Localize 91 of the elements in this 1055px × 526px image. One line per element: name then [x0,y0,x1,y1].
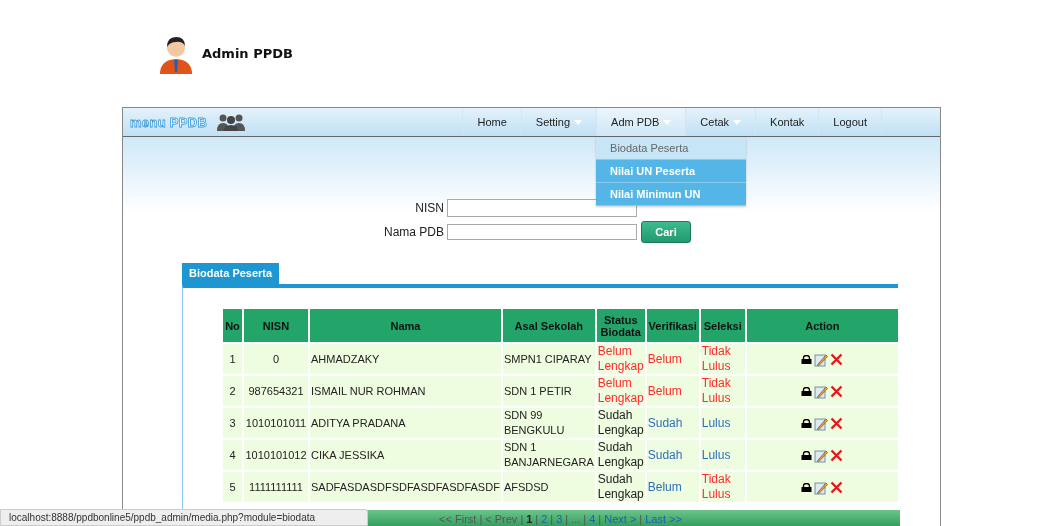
separator-text: | [598,513,602,525]
column-header: No [223,309,242,342]
table-cell: SMPN1 CIPARAY [502,344,595,374]
edit-icon[interactable] [814,384,829,399]
lock-icon[interactable] [801,451,813,461]
table-cell: ISMAIL NUR ROHMAN [310,376,501,406]
pagination-link[interactable]: 4 [589,513,596,525]
column-header: Seleksi [700,309,745,342]
nav-item[interactable]: Adm PDB [596,108,686,136]
input-field[interactable] [447,199,637,217]
status-text: Tidak Lulus [701,344,732,374]
edit-icon[interactable] [814,352,829,367]
status-text: Sudah [647,415,683,431]
status-text: Sudah Lengkap [597,408,644,438]
nav-item[interactable]: Kontak [755,108,819,136]
pagination-link[interactable]: 3 [556,513,563,525]
separator-text: | [639,513,643,525]
separator-text: | [583,513,587,525]
separator-text: | [535,513,539,525]
separator-text: | [565,513,569,525]
pagination-link[interactable]: 2 [541,513,548,525]
table-cell: 1111111111 [244,472,308,502]
status-text: Belum Lengkap [597,376,644,406]
separator-text: | [479,513,483,525]
lock-icon[interactable] [801,483,813,493]
pagination-link[interactable]: Next > [604,513,637,525]
status-text: Tidak Lulus [701,376,732,406]
table-cell: 4 [223,440,242,470]
nav-item[interactable]: Logout [818,108,881,136]
table-cell: 0 [244,344,308,374]
search-button[interactable]: Cari [641,221,691,243]
table-cell: SADFASDASDFSDFASDFASDFASDF [310,472,501,502]
column-header: Status Biodata [596,309,645,342]
status-text: Belum Lengkap [597,344,644,374]
edit-icon[interactable] [814,480,829,495]
input-field[interactable] [447,224,637,240]
column-header: Asal Sekolah [502,309,595,342]
status-text: Belum [647,479,682,495]
status-text: Lulus [701,447,731,463]
status-text: Sudah Lengkap [597,472,644,502]
header-title: Admin PPDB [202,46,293,61]
separator-text: | [520,513,524,525]
table-cell: SDN 1 BANJARNEGARA [502,440,595,470]
dropdown-item[interactable]: Nilai UN Peserta [596,160,747,183]
table-cell: 2 [223,376,242,406]
brand-logo: menu PPDB [130,114,208,130]
table-cell: AHMADZAKY [310,344,501,374]
field-label: NISN [414,201,444,215]
nav-item[interactable]: Setting [520,108,597,136]
column-header: Action [746,309,898,342]
table-cell: 1010101012 [244,440,308,470]
separator-text: | [550,513,554,525]
table-cell: 1 [223,344,242,374]
table-cell: SDN 99 BENGKULU [502,408,595,438]
table-cell: 987654321 [244,376,308,406]
delete-icon[interactable] [830,385,844,399]
delete-icon[interactable] [830,417,844,431]
edit-icon[interactable] [814,416,829,431]
pagination-link[interactable]: 1 [526,513,533,525]
status-text: Belum [647,351,682,367]
edit-icon[interactable] [814,448,829,463]
table-cell: 3 [223,408,242,438]
people-group-icon [217,113,246,131]
lock-icon[interactable] [801,419,813,429]
column-header: Verifikasi [646,309,699,342]
status-bar-url: localhost:8888/ppdbonline5/ppdb_admin/media.php?module=biodata [0,509,368,526]
nav-item[interactable]: Home [462,108,521,136]
table-cell: AFSDSD [502,472,595,502]
lock-icon[interactable] [801,387,813,397]
column-header: Nama [310,309,501,342]
field-label: Nama PDB [382,225,444,239]
lock-icon[interactable] [801,355,813,365]
status-text: Sudah [647,447,683,463]
table-cell: 1010101011 [244,408,308,438]
delete-icon[interactable] [830,449,844,463]
delete-icon[interactable] [830,481,844,495]
pagination-link[interactable]: Last >> [645,513,682,525]
nav-item[interactable]: Cetak [685,108,756,136]
delete-icon[interactable] [830,353,844,367]
status-text: Tidak Lulus [701,472,732,502]
dropdown-item[interactable]: Biodata Peserta [596,137,747,160]
dropdown-item[interactable]: Nilai Minimun UN [596,183,747,206]
column-header: NISN [244,309,308,342]
status-text: Lulus [701,415,731,431]
table-cell: ADITYA PRADANA [310,408,501,438]
status-text: Belum [647,383,682,399]
table-cell: 5 [223,472,242,502]
table-cell: CIKA JESSIKA [310,440,501,470]
panel-tab[interactable]: Biodata Peserta [182,263,280,284]
table-cell: SDN 1 PETIR [502,376,595,406]
status-text: Sudah Lengkap [597,440,644,470]
